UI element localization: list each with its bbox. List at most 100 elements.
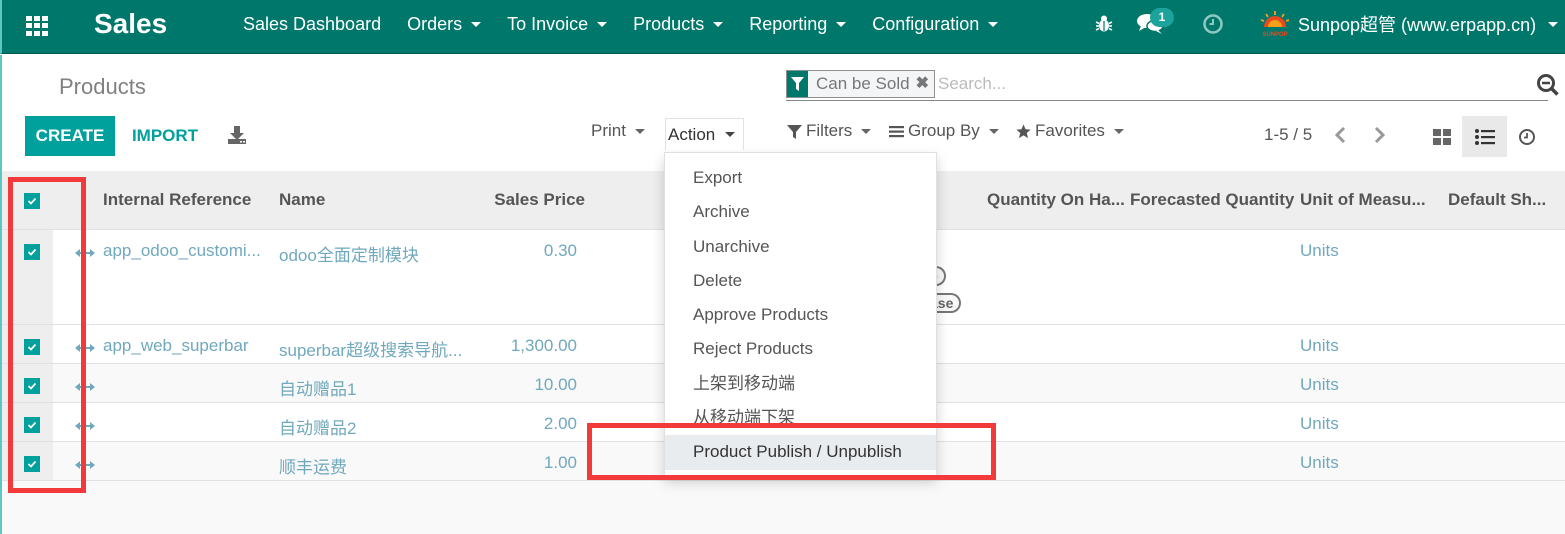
kanban-view-button[interactable] — [1424, 117, 1460, 157]
bug-icon[interactable] — [1094, 14, 1114, 34]
facet-label: Can be Sold — [816, 74, 910, 93]
menu-configuration[interactable]: Configuration — [872, 14, 999, 35]
search-input[interactable] — [938, 71, 1498, 97]
row-checkbox[interactable] — [24, 455, 40, 472]
cell-empty — [987, 441, 1130, 481]
menu-label: Sales Dashboard — [243, 14, 382, 34]
cell-sales-price: 10.00 — [469, 363, 597, 403]
column-default-shipping[interactable]: Default Sh... — [1448, 171, 1565, 230]
list-icon — [1474, 128, 1495, 145]
action-export[interactable]: Export — [665, 161, 936, 195]
cell-empty — [1130, 441, 1300, 481]
apps-grid-icon[interactable] — [24, 14, 50, 38]
chevron-left-icon[interactable] — [1332, 125, 1350, 145]
drag-handle-icon[interactable] — [75, 339, 95, 352]
row-select-cell — [2, 402, 53, 442]
caret-down-icon — [1548, 21, 1559, 27]
list-view-button[interactable] — [1462, 116, 1507, 157]
print-label: Print — [591, 121, 626, 140]
filters-dropdown[interactable]: Filters — [787, 121, 872, 141]
download-icon[interactable] — [225, 124, 249, 146]
select-all-checkbox[interactable] — [24, 192, 40, 209]
menu-products[interactable]: Products — [633, 14, 724, 35]
menu-label: Reporting — [749, 14, 828, 34]
clock-icon[interactable] — [1202, 13, 1224, 35]
cell-empty — [987, 402, 1130, 442]
action-menu: Export Archive Unarchive Delete Approve … — [664, 152, 937, 476]
search-icon[interactable] — [1536, 73, 1560, 97]
action-unpublish-from-mobile[interactable]: 从移动端下架 — [665, 401, 936, 435]
cell-empty — [987, 363, 1130, 403]
action-publish-to-mobile[interactable]: 上架到移动端 — [665, 367, 936, 401]
row-handle-cell — [53, 229, 103, 325]
cell-internal-reference: app_web_superbar — [103, 324, 279, 364]
row-checkbox[interactable] — [24, 243, 40, 260]
menu-to-invoice[interactable]: To Invoice — [507, 14, 608, 35]
row-checkbox[interactable] — [24, 338, 40, 355]
caret-down-icon — [597, 22, 608, 27]
caret-down-icon — [634, 128, 645, 134]
caret-down-icon — [725, 132, 736, 137]
user-menu[interactable]: SUNPOP Sunpop超管 (www.erpapp.cn) — [1260, 10, 1559, 38]
action-archive[interactable]: Archive — [665, 195, 936, 229]
row-handle-cell — [53, 324, 103, 364]
action-label: Action — [668, 124, 716, 144]
cell-empty — [1130, 324, 1300, 364]
column-name[interactable]: Name — [279, 171, 469, 230]
cell-empty — [1130, 363, 1300, 403]
row-checkbox[interactable] — [24, 416, 40, 433]
column-sales-price[interactable]: Sales Price — [469, 171, 597, 230]
column-internal-reference[interactable]: Internal Reference — [103, 171, 279, 230]
row-select-cell — [2, 324, 53, 364]
caret-down-icon — [988, 128, 999, 134]
row-checkbox[interactable] — [24, 377, 40, 394]
remove-facet-icon[interactable]: ✖ — [916, 71, 934, 97]
create-button[interactable]: CREATE — [25, 116, 115, 156]
drag-handle-icon[interactable] — [75, 378, 95, 391]
menu-orders[interactable]: Orders — [407, 14, 482, 35]
caret-down-icon — [861, 128, 872, 134]
favorites-dropdown[interactable]: Favorites — [1016, 121, 1124, 141]
import-button[interactable]: IMPORT — [127, 116, 203, 156]
action-product-publish-unpublish[interactable]: Product Publish / Unpublish — [665, 435, 936, 470]
cell-empty — [1130, 402, 1300, 442]
main-menu: Sales Dashboard Orders To Invoice Produc… — [243, 14, 1024, 35]
action-unarchive[interactable]: Unarchive — [665, 230, 936, 264]
drag-handle-icon[interactable] — [75, 417, 95, 430]
row-handle-cell — [53, 441, 103, 481]
menu-sales-dashboard[interactable]: Sales Dashboard — [243, 14, 381, 35]
drag-handle-icon[interactable] — [75, 244, 95, 257]
menu-label: Products — [633, 14, 705, 34]
column-unit-of-measure[interactable]: Unit of Measu... — [1300, 171, 1448, 230]
cell-empty — [1448, 363, 1565, 403]
clock-icon — [1519, 129, 1535, 145]
column-forecasted-quantity[interactable]: Forecasted Quantity — [1130, 171, 1300, 230]
action-dropdown[interactable]: Action — [665, 118, 745, 150]
column-quantity-on-hand[interactable]: Quantity On Ha... — [987, 171, 1130, 230]
caret-down-icon — [471, 22, 482, 27]
groupby-dropdown[interactable]: Group By — [889, 121, 999, 141]
filter-icon — [787, 71, 808, 97]
activity-view-button[interactable] — [1510, 117, 1544, 157]
cell-empty — [1448, 324, 1565, 364]
cell-unit-of-measure: Units — [1300, 229, 1448, 325]
top-navbar: Sales Sales Dashboard Orders To Invoice … — [0, 0, 1565, 54]
menu-label: To Invoice — [507, 14, 589, 34]
menu-label: Orders — [407, 14, 463, 34]
menu-reporting[interactable]: Reporting — [749, 14, 847, 35]
action-approve-products[interactable]: Approve Products — [665, 298, 936, 332]
filters-label: Filters — [806, 121, 853, 140]
action-delete[interactable]: Delete — [665, 264, 936, 298]
print-dropdown[interactable]: Print — [591, 121, 645, 141]
cell-sales-price: 1,300.00 — [469, 324, 597, 364]
cell-empty — [1130, 229, 1300, 325]
chevron-right-icon[interactable] — [1370, 125, 1388, 145]
row-handle-cell — [53, 363, 103, 403]
pager-value[interactable]: 1-5 / 5 — [1264, 125, 1312, 145]
drag-handle-icon[interactable] — [75, 456, 95, 469]
menu-label: Configuration — [872, 14, 980, 34]
cell-name: superbar超级搜索导航... — [279, 324, 469, 364]
action-reject-products[interactable]: Reject Products — [665, 332, 936, 366]
search-facet[interactable]: Can be Sold ✖ — [786, 70, 935, 98]
cell-internal-reference — [103, 441, 279, 481]
